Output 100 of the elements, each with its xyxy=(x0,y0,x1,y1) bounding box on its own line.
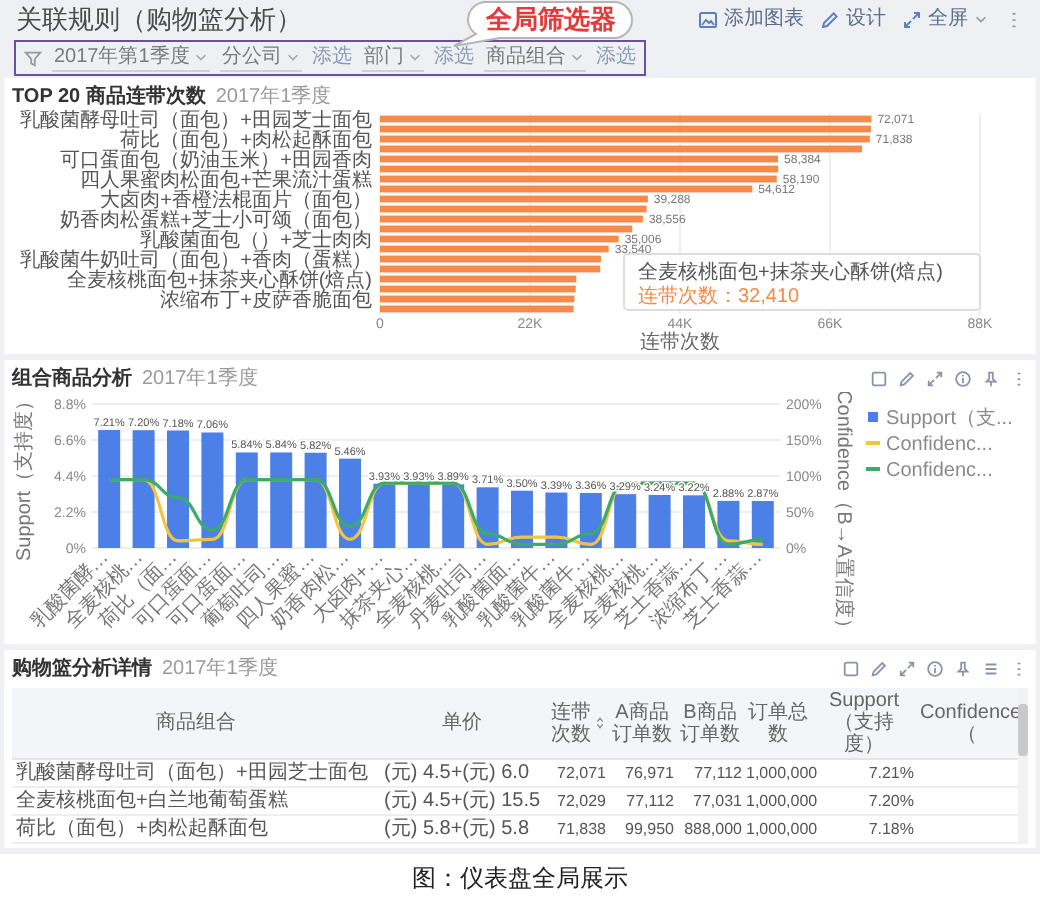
toolbar-button[interactable]: 设计 xyxy=(820,7,886,31)
table-cell: 1,000,000 xyxy=(744,759,812,787)
category-label: 浓缩布丁+皮萨香脆面包 xyxy=(160,290,372,312)
bar xyxy=(201,432,224,548)
table-cell: 888,000 xyxy=(676,815,744,843)
bar xyxy=(373,483,396,548)
pencil-icon[interactable] xyxy=(820,9,840,29)
bar xyxy=(442,484,465,548)
axis-title: Confidence（B→A置信度） xyxy=(832,392,854,638)
toolbar-button[interactable]: 全屏 xyxy=(902,7,988,31)
sort-icon[interactable] xyxy=(595,716,604,730)
category-label: 全麦核桃面包+抹茶夹心酥饼(焙点) xyxy=(67,270,372,292)
column-header[interactable]: Confidence（ xyxy=(916,688,1018,759)
bar xyxy=(167,430,189,548)
category-label: 奶香肉松蛋糕+芝士小可颂（面包） xyxy=(60,210,372,232)
table-cell: (元) 5.8+(元) 5.8 xyxy=(380,815,544,843)
tooltip-value: 连带次数：32,410 xyxy=(638,286,800,308)
bar xyxy=(270,452,293,548)
pin-icon[interactable] xyxy=(982,370,1000,388)
table-cell: (元) 4.5+(元) 15.5 xyxy=(380,787,544,815)
expand-icon[interactable] xyxy=(902,9,922,29)
column-header[interactable]: 订单总数 xyxy=(744,688,812,759)
tooltip-label: 全麦核桃面包+抹茶夹心酥饼(焙点) xyxy=(638,262,943,284)
category-label: 四人果蜜肉松面包+芒果流汁蛋糕 xyxy=(80,170,372,192)
category-label: 乳酸菌牛奶吐司（面包）+香肉（蛋糕） xyxy=(20,250,372,272)
period-label: 2017年1季度 xyxy=(215,84,332,110)
toolbar-button[interactable]: 添加图表 xyxy=(698,7,804,31)
category-label: 乳酸菌面包（）+芝士肉肉 xyxy=(140,230,372,252)
caret-icon[interactable] xyxy=(193,50,208,64)
table-cell: (元) 4.5+(元) 6.0 xyxy=(380,759,544,787)
bar xyxy=(98,430,121,548)
period-label: 2017年1季度 xyxy=(162,656,278,682)
bar xyxy=(304,452,327,548)
column-header[interactable]: 单价 xyxy=(380,688,544,759)
column-header[interactable]: 商品组合 xyxy=(12,688,380,759)
bar xyxy=(339,458,361,548)
caret-icon[interactable] xyxy=(407,50,422,64)
bar xyxy=(407,483,430,548)
legend-label: Support（支... xyxy=(886,408,1013,430)
square-icon[interactable] xyxy=(870,370,888,388)
bar xyxy=(648,495,671,548)
table-cell: 全麦核桃面包+白兰地葡萄蛋糕 xyxy=(12,787,380,815)
category-label: 可口蛋面包（奶油玉米）+田园香肉 xyxy=(60,150,372,172)
figure-caption: 图：仪表盘全局展示 xyxy=(412,864,628,892)
add-filter-link[interactable]: 添选 xyxy=(311,46,352,70)
expand-icon[interactable] xyxy=(926,370,944,388)
column-header[interactable]: Support（支持度） xyxy=(812,688,916,759)
bar xyxy=(235,452,258,548)
caret-icon[interactable] xyxy=(285,50,300,64)
table-cell: 99,950 xyxy=(608,815,676,843)
category-label: 荷比（面包）+肉松起酥面包 xyxy=(120,130,372,152)
legend-label: Confidenc... xyxy=(886,460,993,482)
filter-icon[interactable] xyxy=(24,49,42,67)
pencil-icon[interactable] xyxy=(898,370,916,388)
square-icon[interactable] xyxy=(842,660,860,678)
column-header[interactable]: B商品订单数 xyxy=(676,688,744,759)
period-label: 2017年1季度 xyxy=(142,366,258,392)
card-title: 购物篮分析详情 xyxy=(12,656,152,682)
filter-dropdown[interactable]: 分公司 xyxy=(219,45,302,71)
axis-title: Support（支持度） xyxy=(14,392,36,562)
bar xyxy=(614,494,637,548)
scrollbar[interactable] xyxy=(1018,688,1028,844)
filter-dropdown[interactable]: 2017年第1季度 xyxy=(52,45,210,71)
list-icon[interactable] xyxy=(982,660,1000,678)
callout-text: 全局筛选器 xyxy=(486,4,616,36)
legend-swatch xyxy=(868,412,878,422)
info-icon[interactable] xyxy=(954,370,972,388)
table-cell: 1,000,000 xyxy=(744,815,812,843)
add-filter-link[interactable]: 添选 xyxy=(595,46,636,70)
category-label: 乳酸菌酵母吐司（面包）+田园芝士面包 xyxy=(20,110,372,132)
pencil-icon[interactable] xyxy=(870,660,888,678)
bar xyxy=(683,495,705,548)
legend-label: Confidenc... xyxy=(886,434,993,456)
column-header[interactable]: 连带次数 xyxy=(544,688,608,759)
table-cell: 76,971 xyxy=(608,759,676,787)
expand-icon[interactable] xyxy=(898,660,916,678)
table-cell: 72,029 xyxy=(544,787,608,815)
card-title: TOP 20 商品连带次数 xyxy=(12,84,206,110)
info-icon[interactable] xyxy=(926,660,944,678)
table-cell: 荷比（面包）+肉松起酥面包 xyxy=(12,815,380,843)
dashboard-title: 关联规则（购物篮分析） xyxy=(16,1,302,37)
table-cell: 71,838 xyxy=(544,815,608,843)
filter-dropdown[interactable]: 商品组合 xyxy=(483,45,586,71)
table-cell: 77,112 xyxy=(608,787,676,815)
bar xyxy=(132,430,155,548)
table-cell: 乳酸菌酵母吐司（面包）+田园芝士面包 xyxy=(12,759,380,787)
pin-icon[interactable] xyxy=(954,660,972,678)
bar xyxy=(751,501,774,548)
filter-dropdown[interactable]: 部门 xyxy=(361,45,424,71)
table-cell: 77,112 xyxy=(676,759,744,787)
image-icon[interactable] xyxy=(698,9,718,29)
table-cell: 1,000,000 xyxy=(744,787,812,815)
caret-icon[interactable] xyxy=(569,50,584,64)
caret-icon[interactable] xyxy=(974,12,988,26)
table-cell: 77,031 xyxy=(676,787,744,815)
table-cell: 72,071 xyxy=(544,759,608,787)
column-header[interactable]: A商品订单数 xyxy=(608,688,676,759)
add-filter-link[interactable]: 添选 xyxy=(433,46,474,70)
category-label: 大卤肉+香橙法棍面片（面包） xyxy=(100,190,372,212)
card-title: 组合商品分析 xyxy=(12,366,132,392)
